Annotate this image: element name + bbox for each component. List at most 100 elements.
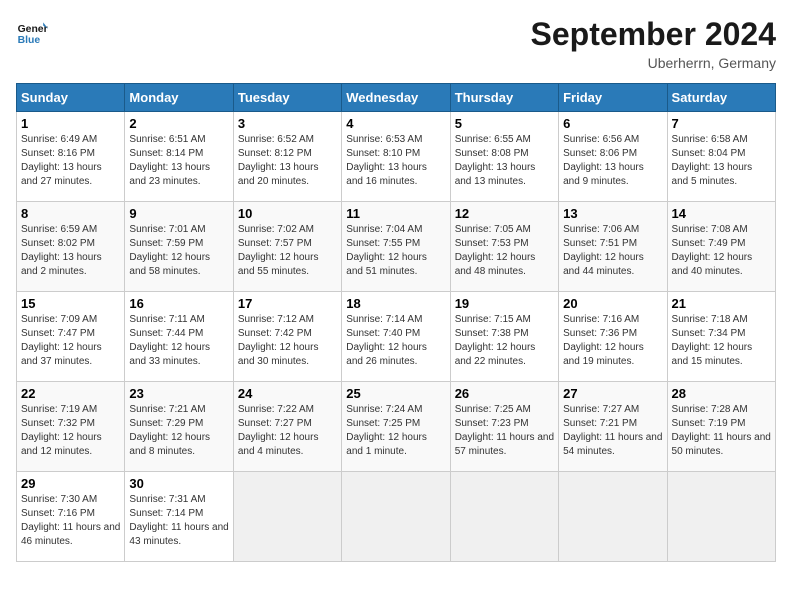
- table-row: 22 Sunrise: 7:19 AM Sunset: 7:32 PM Dayl…: [17, 382, 125, 472]
- calendar-header: Sunday Monday Tuesday Wednesday Thursday…: [17, 84, 776, 112]
- sunset: Sunset: 7:23 PM: [455, 418, 529, 429]
- daylight: Daylight: 13 hours and 23 minutes.: [129, 162, 210, 187]
- table-row: [559, 472, 667, 562]
- sunset: Sunset: 7:29 PM: [129, 418, 203, 429]
- table-row: 11 Sunrise: 7:04 AM Sunset: 7:55 PM Dayl…: [342, 202, 450, 292]
- sunset: Sunset: 8:14 PM: [129, 148, 203, 159]
- daylight: Daylight: 12 hours and 55 minutes.: [238, 252, 319, 277]
- daylight: Daylight: 12 hours and 15 minutes.: [672, 342, 753, 367]
- title-block: September 2024 Uberherrn, Germany: [531, 16, 776, 71]
- day-info: Sunrise: 6:51 AM Sunset: 8:14 PM Dayligh…: [129, 133, 228, 189]
- location: Uberherrn, Germany: [531, 55, 776, 71]
- daylight: Daylight: 11 hours and 46 minutes.: [21, 522, 120, 547]
- sunrise: Sunrise: 6:52 AM: [238, 134, 314, 145]
- table-row: 30 Sunrise: 7:31 AM Sunset: 7:14 PM Dayl…: [125, 472, 233, 562]
- day-info: Sunrise: 7:12 AM Sunset: 7:42 PM Dayligh…: [238, 313, 337, 369]
- sunrise: Sunrise: 7:02 AM: [238, 224, 314, 235]
- calendar-body: 1 Sunrise: 6:49 AM Sunset: 8:16 PM Dayli…: [17, 112, 776, 562]
- col-tuesday: Tuesday: [233, 84, 341, 112]
- table-row: 26 Sunrise: 7:25 AM Sunset: 7:23 PM Dayl…: [450, 382, 558, 472]
- page-header: General Blue September 2024 Uberherrn, G…: [16, 16, 776, 71]
- day-number: 5: [455, 116, 554, 131]
- sunrise: Sunrise: 7:22 AM: [238, 404, 314, 415]
- sunset: Sunset: 8:10 PM: [346, 148, 420, 159]
- day-number: 22: [21, 386, 120, 401]
- sunrise: Sunrise: 7:19 AM: [21, 404, 97, 415]
- day-info: Sunrise: 7:30 AM Sunset: 7:16 PM Dayligh…: [21, 493, 120, 549]
- day-number: 28: [672, 386, 771, 401]
- logo: General Blue: [16, 16, 48, 48]
- day-info: Sunrise: 7:25 AM Sunset: 7:23 PM Dayligh…: [455, 403, 554, 459]
- sunrise: Sunrise: 7:01 AM: [129, 224, 205, 235]
- day-number: 18: [346, 296, 445, 311]
- table-row: 27 Sunrise: 7:27 AM Sunset: 7:21 PM Dayl…: [559, 382, 667, 472]
- table-row: 7 Sunrise: 6:58 AM Sunset: 8:04 PM Dayli…: [667, 112, 775, 202]
- sunset: Sunset: 8:06 PM: [563, 148, 637, 159]
- day-info: Sunrise: 6:56 AM Sunset: 8:06 PM Dayligh…: [563, 133, 662, 189]
- sunrise: Sunrise: 7:21 AM: [129, 404, 205, 415]
- sunrise: Sunrise: 7:31 AM: [129, 494, 205, 505]
- daylight: Daylight: 12 hours and 37 minutes.: [21, 342, 102, 367]
- day-number: 13: [563, 206, 662, 221]
- daylight: Daylight: 13 hours and 20 minutes.: [238, 162, 319, 187]
- daylight: Daylight: 12 hours and 40 minutes.: [672, 252, 753, 277]
- day-info: Sunrise: 7:24 AM Sunset: 7:25 PM Dayligh…: [346, 403, 445, 459]
- daylight: Daylight: 13 hours and 2 minutes.: [21, 252, 102, 277]
- table-row: 10 Sunrise: 7:02 AM Sunset: 7:57 PM Dayl…: [233, 202, 341, 292]
- sunrise: Sunrise: 6:59 AM: [21, 224, 97, 235]
- sunset: Sunset: 7:40 PM: [346, 328, 420, 339]
- sunset: Sunset: 7:49 PM: [672, 238, 746, 249]
- daylight: Daylight: 12 hours and 44 minutes.: [563, 252, 644, 277]
- daylight: Daylight: 13 hours and 27 minutes.: [21, 162, 102, 187]
- day-info: Sunrise: 7:16 AM Sunset: 7:36 PM Dayligh…: [563, 313, 662, 369]
- day-info: Sunrise: 7:15 AM Sunset: 7:38 PM Dayligh…: [455, 313, 554, 369]
- daylight: Daylight: 11 hours and 43 minutes.: [129, 522, 228, 547]
- day-info: Sunrise: 7:06 AM Sunset: 7:51 PM Dayligh…: [563, 223, 662, 279]
- day-number: 25: [346, 386, 445, 401]
- sunset: Sunset: 7:34 PM: [672, 328, 746, 339]
- sunset: Sunset: 7:16 PM: [21, 508, 95, 519]
- sunrise: Sunrise: 7:12 AM: [238, 314, 314, 325]
- day-number: 3: [238, 116, 337, 131]
- daylight: Daylight: 13 hours and 9 minutes.: [563, 162, 644, 187]
- day-info: Sunrise: 7:04 AM Sunset: 7:55 PM Dayligh…: [346, 223, 445, 279]
- logo-icon: General Blue: [16, 16, 48, 48]
- table-row: 5 Sunrise: 6:55 AM Sunset: 8:08 PM Dayli…: [450, 112, 558, 202]
- day-number: 23: [129, 386, 228, 401]
- day-number: 7: [672, 116, 771, 131]
- day-number: 29: [21, 476, 120, 491]
- sunset: Sunset: 7:51 PM: [563, 238, 637, 249]
- sunrise: Sunrise: 7:11 AM: [129, 314, 204, 325]
- sunrise: Sunrise: 7:08 AM: [672, 224, 748, 235]
- table-row: 12 Sunrise: 7:05 AM Sunset: 7:53 PM Dayl…: [450, 202, 558, 292]
- sunrise: Sunrise: 7:18 AM: [672, 314, 748, 325]
- sunrise: Sunrise: 7:24 AM: [346, 404, 422, 415]
- day-info: Sunrise: 6:53 AM Sunset: 8:10 PM Dayligh…: [346, 133, 445, 189]
- day-info: Sunrise: 6:52 AM Sunset: 8:12 PM Dayligh…: [238, 133, 337, 189]
- table-row: 25 Sunrise: 7:24 AM Sunset: 7:25 PM Dayl…: [342, 382, 450, 472]
- day-info: Sunrise: 7:02 AM Sunset: 7:57 PM Dayligh…: [238, 223, 337, 279]
- sunset: Sunset: 7:59 PM: [129, 238, 203, 249]
- table-row: 29 Sunrise: 7:30 AM Sunset: 7:16 PM Dayl…: [17, 472, 125, 562]
- sunrise: Sunrise: 7:04 AM: [346, 224, 422, 235]
- day-number: 1: [21, 116, 120, 131]
- day-info: Sunrise: 7:14 AM Sunset: 7:40 PM Dayligh…: [346, 313, 445, 369]
- table-row: 28 Sunrise: 7:28 AM Sunset: 7:19 PM Dayl…: [667, 382, 775, 472]
- svg-text:Blue: Blue: [18, 35, 41, 46]
- sunrise: Sunrise: 7:15 AM: [455, 314, 531, 325]
- sunrise: Sunrise: 7:14 AM: [346, 314, 422, 325]
- day-info: Sunrise: 7:21 AM Sunset: 7:29 PM Dayligh…: [129, 403, 228, 459]
- col-wednesday: Wednesday: [342, 84, 450, 112]
- day-info: Sunrise: 7:11 AM Sunset: 7:44 PM Dayligh…: [129, 313, 228, 369]
- day-number: 9: [129, 206, 228, 221]
- day-number: 4: [346, 116, 445, 131]
- table-row: 17 Sunrise: 7:12 AM Sunset: 7:42 PM Dayl…: [233, 292, 341, 382]
- calendar-table: Sunday Monday Tuesday Wednesday Thursday…: [16, 83, 776, 562]
- daylight: Daylight: 11 hours and 50 minutes.: [672, 432, 771, 457]
- sunrise: Sunrise: 6:55 AM: [455, 134, 531, 145]
- table-row: [233, 472, 341, 562]
- sunrise: Sunrise: 6:56 AM: [563, 134, 639, 145]
- sunset: Sunset: 7:57 PM: [238, 238, 312, 249]
- sunset: Sunset: 8:12 PM: [238, 148, 312, 159]
- daylight: Daylight: 12 hours and 19 minutes.: [563, 342, 644, 367]
